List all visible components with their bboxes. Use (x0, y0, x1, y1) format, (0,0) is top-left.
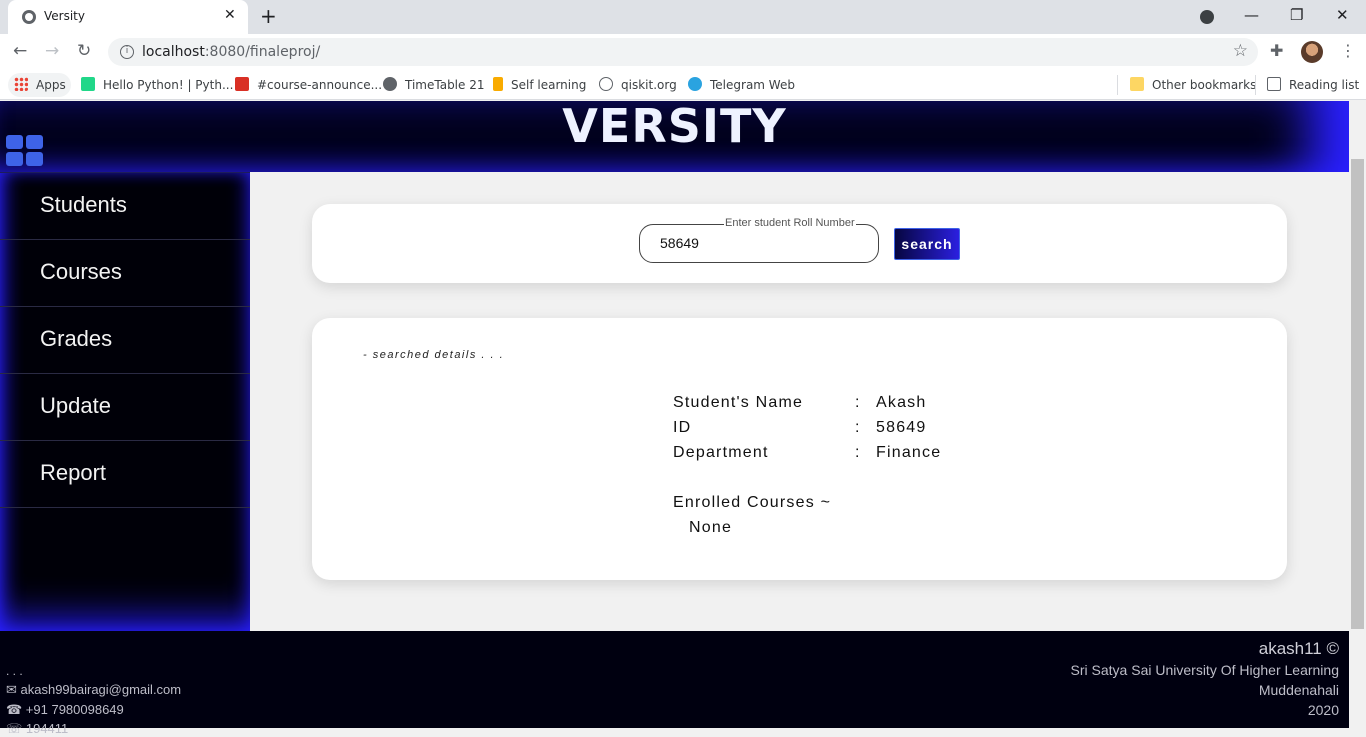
sidebar-item-update[interactable]: Update (0, 374, 250, 441)
scrollbar-thumb[interactable] (1351, 159, 1364, 629)
site-info-icon[interactable]: i (120, 45, 134, 59)
enrolled-courses-heading: Enrolled Courses ~ (673, 494, 832, 511)
detail-key: Student's Name (673, 394, 804, 411)
sidebar-item-label: Report (40, 460, 107, 485)
tab-search-icon[interactable] (1200, 10, 1214, 24)
sidebar-item-grades[interactable]: Grades (0, 307, 250, 374)
detail-separator: : (855, 444, 861, 461)
sidebar-item-report[interactable]: Report (0, 441, 250, 508)
sidebar-nav: Students Courses Grades Update Report (0, 172, 250, 631)
globe-icon (599, 77, 613, 91)
browser-tab-versity[interactable]: Versity ✕ (8, 0, 248, 34)
folder-icon (1130, 77, 1144, 91)
bookmark-qiskit[interactable]: qiskit.org (599, 77, 677, 92)
search-button[interactable]: search (894, 228, 960, 260)
detail-separator: : (855, 394, 861, 411)
footer-email[interactable]: ✉ akash99bairagi@gmail.com (6, 682, 181, 698)
browser-tab-bar: Versity ✕ + — ❐ ✕ (0, 0, 1366, 34)
extensions-puzzle-icon[interactable]: ✚ (1270, 41, 1283, 60)
tab-title: Versity (44, 9, 85, 23)
result-card: - searched details . . . Student's Name … (312, 318, 1287, 580)
footer-dots: . . . (6, 664, 23, 678)
detail-value: 58649 (876, 419, 927, 436)
footer-year: 2020 (1307, 702, 1339, 718)
main-content: Enter student Roll Number search - searc… (250, 172, 1349, 631)
detail-value: Akash (876, 394, 927, 411)
detail-value: Finance (876, 444, 942, 461)
bookmark-other[interactable]: Other bookmarks (1130, 77, 1256, 92)
footer-university: Sri Satya Sai University Of Higher Learn… (1070, 662, 1339, 678)
roll-number-label: Enter student Roll Number (724, 217, 856, 229)
bookmarks-separator (1255, 75, 1256, 95)
page-scrollbar[interactable] (1349, 101, 1366, 728)
analytics-icon (493, 77, 503, 91)
bookmark-apps[interactable]: Apps (14, 77, 66, 92)
detail-key: ID (673, 419, 692, 436)
menu-kebab-icon[interactable]: ⋮ (1340, 41, 1356, 60)
reading-list-button[interactable]: Reading list (1267, 77, 1359, 92)
site-logo-text: VERSITY (562, 101, 787, 153)
site-footer: . . . ✉ akash99bairagi@gmail.com ☎ +91 7… (0, 631, 1349, 736)
bookmark-timetable[interactable]: TimeTable 21 (383, 77, 484, 92)
footer-brand: akash11 © (1258, 639, 1339, 658)
browser-toolbar: ← → ↻ i localhost:8080/finaleproj/ ☆ (0, 34, 1366, 70)
minimize-icon[interactable]: — (1244, 6, 1259, 24)
detail-separator: : (855, 419, 861, 436)
url-text[interactable]: localhost:8080/finaleproj/ (142, 44, 320, 60)
telegram-icon (688, 77, 702, 91)
detail-key: Department (673, 444, 769, 461)
timetable-icon (383, 77, 397, 91)
sidebar-item-students[interactable]: Students (0, 173, 250, 240)
apps-grid-icon (14, 77, 28, 91)
roll-number-field[interactable]: Enter student Roll Number (639, 217, 879, 263)
bookmark-self-learning[interactable]: Self learning (493, 77, 586, 92)
sidebar-item-label: Update (40, 393, 111, 418)
site-header: VERSITY (0, 101, 1349, 172)
bookmark-telegram[interactable]: Telegram Web (688, 77, 795, 92)
sidebar-item-label: Courses (40, 259, 122, 284)
back-icon[interactable]: ← (13, 41, 27, 61)
sidebar-item-courses[interactable]: Courses (0, 240, 250, 307)
bookmark-course-announce[interactable]: #course-announce... (235, 77, 382, 92)
pycharm-icon (81, 77, 95, 91)
reload-icon[interactable]: ↻ (77, 41, 91, 61)
reading-list-icon (1267, 77, 1281, 91)
address-bar[interactable]: i localhost:8080/finaleproj/ ☆ (108, 38, 1258, 66)
footer-place: Muddenahali (1258, 682, 1339, 698)
sidebar-item-label: Students (40, 192, 127, 217)
gmail-icon (235, 77, 249, 91)
bookmark-hello-python[interactable]: Hello Python! | Pyth... (81, 77, 233, 92)
new-tab-button[interactable]: + (260, 4, 277, 28)
roll-number-input[interactable] (660, 235, 860, 251)
globe-icon (22, 10, 36, 24)
bookmark-star-icon[interactable]: ☆ (1233, 41, 1248, 61)
sidebar-item-label: Grades (40, 326, 113, 351)
bookmarks-separator (1117, 75, 1118, 95)
close-window-icon[interactable]: ✕ (1336, 6, 1349, 24)
grid-menu-icon[interactable] (6, 135, 44, 167)
close-tab-icon[interactable]: ✕ (224, 7, 236, 23)
enrolled-courses-value: None (689, 519, 733, 536)
search-card: Enter student Roll Number search (312, 204, 1287, 283)
restore-icon[interactable]: ❐ (1290, 6, 1303, 24)
profile-avatar[interactable] (1301, 41, 1323, 63)
footer-phone: ☎ +91 7980098649 (6, 702, 124, 717)
forward-icon[interactable]: → (45, 41, 59, 61)
footer-phone-alt: ☏ 194411 (6, 721, 69, 736)
searched-details-note: - searched details . . . (363, 349, 505, 361)
